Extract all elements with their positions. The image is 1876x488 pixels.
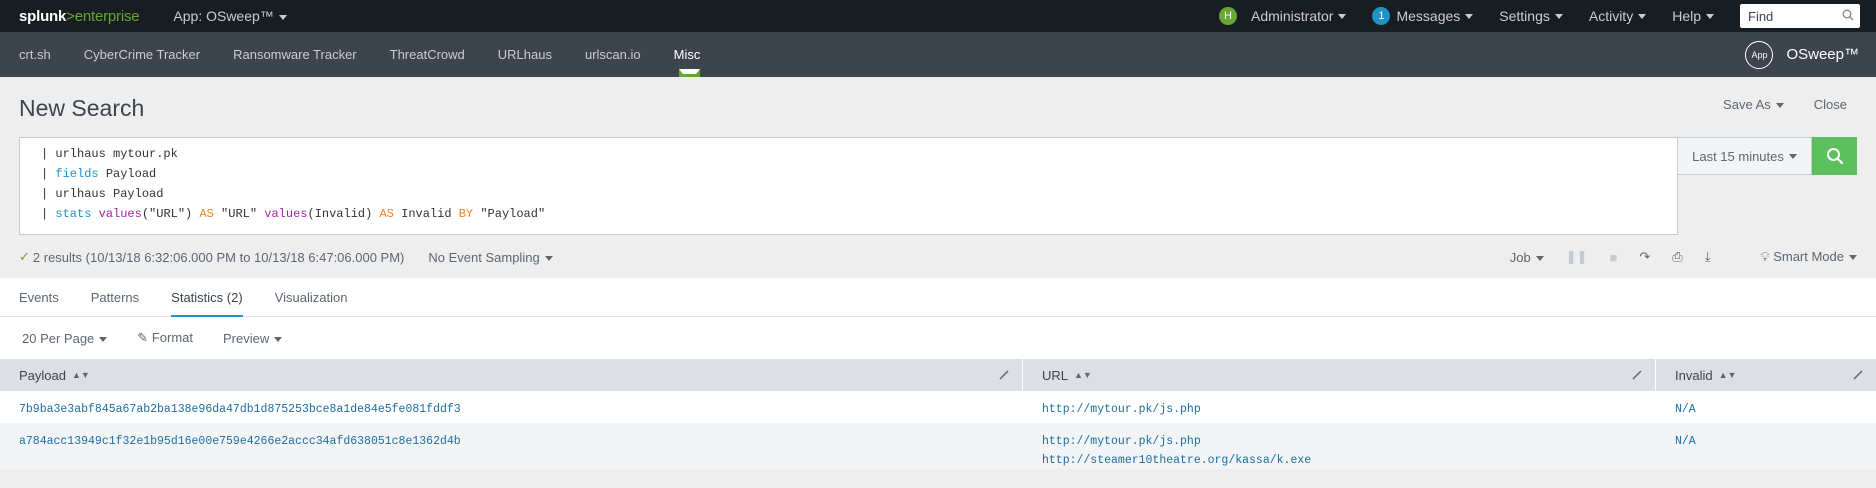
preview-menu[interactable]: Preview [223, 331, 282, 346]
check-icon: ✓ [19, 249, 30, 264]
pause-icon[interactable]: ❚❚ [1566, 249, 1588, 265]
stop-icon[interactable]: ■ [1610, 250, 1618, 265]
search-icon [1826, 148, 1843, 165]
settings-menu[interactable]: Settings [1499, 8, 1563, 24]
statistics-table: Payload ▲▼ URL ▲▼ Invalid ▲▼ 7b9ba3e3abf845… [0, 359, 1876, 469]
pencil-icon: ✎ [137, 330, 149, 345]
column-header-payload[interactable]: Payload ▲▼ [0, 359, 1023, 391]
query-command-fields: fields [55, 167, 99, 181]
search-main: New Search Save As Close | urlhaus mytou… [0, 77, 1876, 488]
help-menu[interactable]: Help [1672, 8, 1714, 24]
time-range-picker[interactable]: Last 15 minutes [1678, 137, 1812, 175]
job-status-bar: ✓ 2 results (10/13/18 6:32:06.000 PM to … [19, 249, 1857, 265]
bulb-icon: 💡︎ [1760, 249, 1770, 264]
search-mode-menu[interactable]: 💡︎ Smart Mode [1760, 249, 1857, 265]
nav-urlhaus[interactable]: URLhaus [498, 32, 552, 77]
user-label: Administrator [1250, 8, 1334, 24]
splunk-topbar: splunk>enterprise App: OSweep™ H Adminis… [0, 0, 1876, 32]
nav-crtsh[interactable]: crt.sh [19, 32, 51, 77]
sort-icon: ▲▼ [1074, 370, 1092, 380]
logo-main: splunk [19, 7, 67, 25]
share-icon[interactable]: ↷ [1639, 249, 1650, 265]
nav-urlscan[interactable]: urlscan.io [585, 32, 641, 77]
query-line-3: | urlhaus Payload [41, 187, 164, 201]
invalid-value[interactable]: N/A [1675, 432, 1876, 451]
results-summary: 2 results (10/13/18 6:32:06.000 PM to 10… [32, 249, 405, 265]
activity-menu[interactable]: Activity [1589, 8, 1646, 24]
url-link[interactable]: http://mytour.pk/js.php [1042, 400, 1656, 419]
payload-link[interactable]: 7b9ba3e3abf845a67ab2ba138e96da47db1d8752… [19, 400, 1023, 419]
app-nav: crt.sh CyberCrime Tracker Ransomware Tra… [19, 32, 733, 77]
page-title: New Search [19, 95, 145, 121]
messages-badge: 1 [1372, 7, 1391, 25]
column-header-url[interactable]: URL ▲▼ [1023, 359, 1656, 391]
search-mode-label: Smart Mode [1773, 249, 1844, 264]
query-line-4: | stats values("URL") AS "URL" values(In… [41, 207, 546, 221]
nav-ransomware-tracker[interactable]: Ransomware Tracker [233, 32, 357, 77]
query-line-2: | fields Payload [41, 167, 157, 181]
nav-misc[interactable]: Misc [674, 32, 700, 77]
splunk-logo[interactable]: splunk>enterprise [19, 7, 140, 25]
sort-icon: ▲▼ [71, 370, 90, 380]
search-icon[interactable] [1842, 9, 1854, 21]
logo-separator: > [66, 7, 75, 25]
table-row: 7b9ba3e3abf845a67ab2ba138e96da47db1d8752… [0, 391, 1876, 423]
nav-threatcrowd[interactable]: ThreatCrowd [390, 32, 465, 77]
event-sampling-menu[interactable]: No Event Sampling [428, 250, 552, 265]
format-menu[interactable]: ✎ Format [137, 330, 193, 346]
tab-visualization[interactable]: Visualization [275, 278, 348, 317]
nav-cybercrime-tracker[interactable]: CyberCrime Tracker [84, 32, 200, 77]
export-icon[interactable]: ⤓ [1705, 249, 1711, 265]
per-page-menu[interactable]: 20 Per Page [22, 331, 107, 346]
messages-menu[interactable]: 1 Messages [1372, 7, 1473, 25]
column-header-invalid[interactable]: Invalid ▲▼ [1656, 359, 1876, 391]
edit-column-icon[interactable] [1631, 369, 1643, 381]
user-menu[interactable]: H Administrator [1218, 7, 1346, 25]
table-row: a784acc13949c1f32e1b95d16e00e759e4266e2a… [0, 423, 1876, 469]
query-line-1: | urlhaus mytour.pk [41, 147, 178, 161]
messages-label: Messages [1396, 8, 1461, 24]
app-brand-name: OSweep™ [1786, 46, 1859, 63]
edit-column-icon[interactable] [998, 369, 1010, 381]
close-button[interactable]: Close [1814, 97, 1847, 112]
app-navbar: crt.sh CyberCrime Tracker Ransomware Tra… [0, 32, 1876, 77]
find-box [1740, 4, 1860, 28]
query-command-stats: stats [55, 207, 92, 221]
payload-link[interactable]: a784acc13949c1f32e1b95d16e00e759e4266e2a… [19, 432, 1023, 451]
tab-patterns[interactable]: Patterns [91, 278, 139, 317]
app-brand[interactable]: App OSweep™ [1745, 40, 1859, 69]
find-input[interactable] [1748, 8, 1838, 24]
tab-events[interactable]: Events [19, 278, 59, 317]
sort-icon: ▲▼ [1718, 370, 1737, 380]
save-as-button[interactable]: Save As [1723, 97, 1784, 112]
url-link[interactable]: http://mytour.pk/js.php [1042, 432, 1656, 451]
user-avatar: H [1218, 7, 1237, 25]
edit-column-icon[interactable] [1852, 369, 1864, 381]
job-menu[interactable]: Job [1510, 250, 1544, 265]
logo-sub: enterprise [74, 7, 140, 25]
tab-statistics[interactable]: Statistics (2) [171, 278, 243, 318]
results-tabs: Events Patterns Statistics (2) Visualiza… [0, 278, 1876, 318]
table-header: Payload ▲▼ URL ▲▼ Invalid ▲▼ [0, 359, 1876, 391]
url-link[interactable]: http://steamer10theatre.org/kassa/k.exe [1042, 451, 1656, 470]
results-options-bar: 20 Per Page ✎ Format Preview [0, 317, 1876, 359]
app-menu[interactable]: App: OSweep™ [173, 8, 286, 24]
invalid-value[interactable]: N/A [1675, 400, 1876, 419]
print-icon[interactable]: ⎙ [1672, 249, 1682, 265]
search-query-editor[interactable]: | urlhaus mytour.pk | fields Payload | u… [19, 137, 1678, 235]
app-icon: App [1745, 40, 1774, 69]
search-button[interactable] [1812, 137, 1857, 175]
